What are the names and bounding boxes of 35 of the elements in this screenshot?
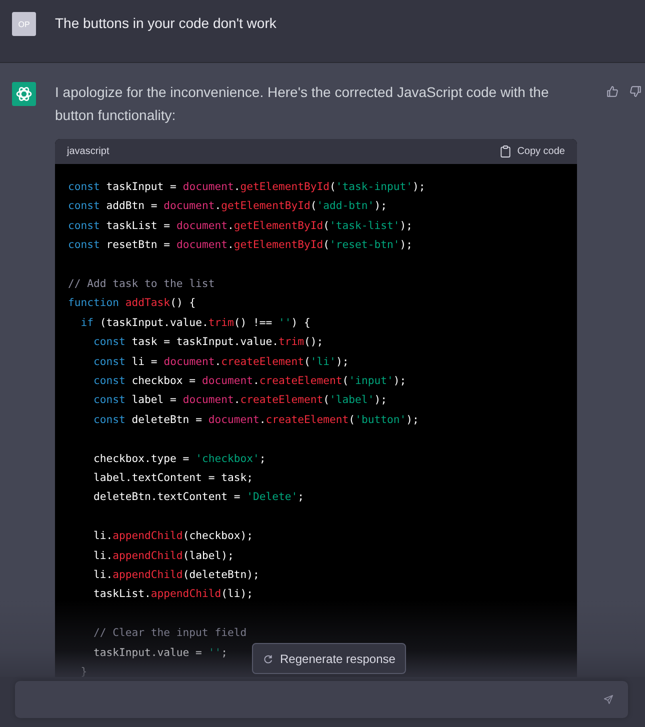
code-line: li.appendChild(label); [92, 548, 234, 564]
copy-code-button[interactable]: Copy code [500, 145, 565, 158]
message-input-field[interactable] [15, 681, 628, 718]
assistant-logo-icon [12, 82, 36, 106]
code-line: deleteBtn.textContent = 'Delete'; [92, 490, 304, 506]
refresh-icon [263, 654, 273, 664]
code-line: const checkbox = document.createElement('input'); [92, 374, 406, 390]
code-line: // Add task to the list [68, 277, 215, 292]
thumbs-up-icon[interactable] [606, 85, 619, 98]
assistant-message: I apologize for the inconvenience. Here's the corrected JavaScript code with the button functionality: [55, 83, 550, 125]
code-line: label.textContent = task; [92, 471, 253, 486]
code-line: taskInput.value = ''; [92, 646, 228, 661]
code-line: const taskInput = document.getElementById('task-input'); [68, 180, 426, 195]
code-line: const taskList = document.getElementById('task-list'); [68, 218, 412, 234]
code-line: const resetBtn = document.getElementById('reset-btn'); [68, 238, 412, 254]
code-line: li.appendChild(deleteBtn); [92, 568, 260, 584]
code-line: if (taskInput.value.trim() !== '') { [80, 316, 310, 331]
regenerate-response-button[interactable]: Regenerate response [252, 643, 406, 674]
user-avatar: OP [12, 12, 36, 36]
clipboard-icon [500, 145, 512, 158]
code-language: javascript [67, 146, 110, 157]
code-line: const label = document.createElement('label'); [92, 393, 387, 408]
send-icon[interactable] [603, 694, 614, 705]
user-message: The buttons in your code don't work [55, 14, 276, 33]
code-line: // Clear the input field [92, 626, 247, 642]
code-line: checkbox.type = 'checkbox'; [92, 452, 266, 467]
code-line: const deleteBtn = document.createElement('button'); [92, 412, 419, 428]
code-line: const task = taskInput.value.trim(); [92, 335, 324, 350]
code-line: taskList.appendChild(li); [92, 587, 253, 602]
code-line: const addBtn = document.getElementById('add-btn'); [68, 199, 387, 214]
code-line: } [80, 665, 88, 680]
code-line: function addTask() { [68, 296, 196, 312]
code-line: const li = document.createElement('li'); [92, 354, 349, 370]
code-line: li.appendChild(checkbox); [92, 529, 253, 544]
thumbs-down-icon[interactable] [629, 85, 642, 98]
